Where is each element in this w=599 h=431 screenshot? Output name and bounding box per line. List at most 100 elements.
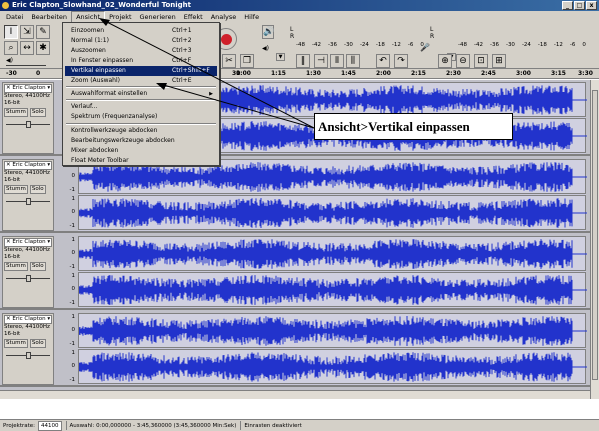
minimize-button[interactable]: _ <box>562 1 573 10</box>
menu-item-label: Normal (1:1) <box>71 37 109 44</box>
waveform-area[interactable] <box>78 159 587 231</box>
right-channel[interactable] <box>78 272 587 307</box>
meter-tick: -36 <box>489 42 499 48</box>
waveform-area[interactable] <box>78 313 587 385</box>
vertical-scrollbar[interactable] <box>590 80 599 399</box>
ruler-tick: 0 <box>36 70 41 77</box>
menu-item-label: Float Meter Toolbar <box>71 157 129 164</box>
right-channel[interactable] <box>78 349 587 384</box>
menu-item-verlauf[interactable]: Verlauf... <box>65 102 217 112</box>
scale-label: 0 <box>71 286 76 292</box>
menu-item-in-fenster-einpassen[interactable]: In Fenster einpassen Ctrl+F <box>65 56 217 66</box>
menu-item-kontrollwerkzeuge-abdocken[interactable]: Kontrollwerkzeuge abdocken <box>65 126 217 136</box>
undo-icon[interactable]: ↶ <box>376 54 390 68</box>
duplicate-icon[interactable]: ⫼ <box>346 54 360 68</box>
mute-button[interactable]: Stumm <box>4 339 28 348</box>
cut-icon[interactable]: ✂ <box>222 54 236 68</box>
mute-button[interactable]: Stumm <box>4 262 28 271</box>
ruler-tick: 1:15 <box>271 70 286 77</box>
horizontal-scrollbar[interactable] <box>0 390 590 399</box>
draw-tool-icon[interactable]: ✎ <box>36 25 50 39</box>
meter-tick: -42 <box>311 42 321 48</box>
track-name-button[interactable]: ✕ Eric Clapton ▾ <box>4 315 52 324</box>
microphone-icon: 🎤 <box>420 43 430 52</box>
menu-item-normal-1-1[interactable]: Normal (1:1) Ctrl+2 <box>65 36 217 46</box>
menu-item-auswahlformat-einstellen[interactable]: Auswahlformat einstellen ▶ <box>65 89 217 99</box>
ruler-tick: 3:30 <box>578 70 593 77</box>
silence-icon[interactable]: ‖ <box>296 54 310 68</box>
slider-knob[interactable] <box>26 121 31 128</box>
submenu-arrow-icon: ▶ <box>209 91 213 97</box>
meter2-left-label: L <box>430 26 434 33</box>
menu-item-label: Bearbeitungswerkzeuge abdocken <box>71 137 175 144</box>
gain-slider[interactable] <box>4 350 52 360</box>
track-rate: Stereo, 44100Hz <box>4 170 50 176</box>
audio-track[interactable]: ✕ Eric Clapton ▾ Stereo, 44100Hz 16-bit Stu… <box>0 311 590 387</box>
track-name-button[interactable]: ✕ Eric Clapton ▾ <box>4 84 52 93</box>
slider-knob[interactable] <box>26 198 31 205</box>
title-bar: Eric Clapton_Slowhand_02_Wonderful Tonig… <box>0 0 599 11</box>
gain-slider[interactable] <box>4 196 52 206</box>
meter-tick: -36 <box>327 42 337 48</box>
track-name-button[interactable]: ✕ Eric Clapton ▾ <box>4 161 52 170</box>
maximize-button[interactable]: □ <box>574 1 585 10</box>
multi-tool-icon[interactable]: ✱ <box>36 41 50 55</box>
right-channel[interactable] <box>78 195 587 230</box>
track-name: Eric Clapton <box>12 316 46 322</box>
zoom-in-icon[interactable]: ⊕ <box>438 54 452 68</box>
menu-item-spektrum-frequenzanalyse[interactable]: Spektrum (Frequenzanalyse) <box>65 112 217 122</box>
trim-icon[interactable]: ⊣ <box>314 54 328 68</box>
redo-icon[interactable]: ↷ <box>394 54 408 68</box>
meter-tick: -30 <box>343 42 353 48</box>
fit-selection-icon[interactable]: ⊡ <box>474 54 488 68</box>
timeshift-tool-icon[interactable]: ↔ <box>20 41 34 55</box>
solo-button[interactable]: Solo <box>29 185 46 194</box>
meter-dropdown[interactable]: ▼ <box>276 53 285 61</box>
mute-button[interactable]: Stumm <box>4 185 28 194</box>
fit-project-icon[interactable]: ⊞ <box>492 54 506 68</box>
waveform-area[interactable] <box>78 236 587 308</box>
waveform <box>79 352 587 382</box>
track-name-button[interactable]: ✕ Eric Clapton ▾ <box>4 238 52 247</box>
solo-button[interactable]: Solo <box>29 108 46 117</box>
menu-item-shortcut: Ctrl+2 <box>172 37 192 44</box>
gain-icon: ◀) <box>6 57 13 64</box>
copy-icon[interactable]: ❐ <box>240 54 254 68</box>
gain-slider[interactable] <box>4 273 52 283</box>
menu-item-mixer-abdocken[interactable]: Mixer abdocken <box>65 146 217 156</box>
left-channel[interactable] <box>78 236 587 271</box>
menu-item-einzoomen[interactable]: Einzoomen Ctrl+1 <box>65 26 217 36</box>
envelope-tool-icon[interactable]: ⇲ <box>20 25 34 39</box>
menu-item-auszoomen[interactable]: Auszoomen Ctrl+3 <box>65 46 217 56</box>
mute-button[interactable]: Stumm <box>4 108 28 117</box>
selection-tool-icon[interactable]: I <box>4 25 18 39</box>
slider-knob[interactable] <box>26 352 31 359</box>
output-meter-scale: -48 -42 -36 -30 -24 -18 -12 -6 0 <box>296 42 431 50</box>
zoom-out-icon[interactable]: ⊖ <box>456 54 470 68</box>
menu-datei[interactable]: Datei <box>2 11 27 23</box>
split-icon[interactable]: ⫴ <box>330 54 344 68</box>
solo-button[interactable]: Solo <box>29 262 46 271</box>
audio-track[interactable]: ✕ Eric Clapton ▾ Stereo, 44100Hz 16-bit Stu… <box>0 234 590 310</box>
menu-item-bearbeitungswerkzeuge-abdocken[interactable]: Bearbeitungswerkzeuge abdocken <box>65 136 217 146</box>
ruler-tick: 3:15 <box>551 70 566 77</box>
track-rate: Stereo, 44100Hz <box>4 93 50 99</box>
menu-item-zoom-auswahl[interactable]: Zoom (Auswahl) Ctrl+E <box>65 76 217 86</box>
gain-slider[interactable] <box>4 119 52 129</box>
close-button[interactable]: x <box>586 1 597 10</box>
audio-track[interactable]: ✕ Eric Clapton ▾ Stereo, 44100Hz 16-bit Stu… <box>0 157 590 233</box>
zoom-tool-icon[interactable]: ⌕ <box>4 41 18 55</box>
solo-button[interactable]: Solo <box>29 339 46 348</box>
left-channel[interactable] <box>78 313 587 348</box>
scale-label: -1 <box>69 223 75 229</box>
vertical-scroll-thumb[interactable] <box>592 90 598 380</box>
ruler-tick: -30 <box>6 70 17 77</box>
slider-knob[interactable] <box>26 275 31 282</box>
scale-label: 0 <box>71 250 76 256</box>
annotation-callout: Ansicht>Vertikal einpassen <box>314 113 513 140</box>
menu-item-float-meter-toolbar[interactable]: Float Meter Toolbar <box>65 156 217 166</box>
menu-hilfe[interactable]: Hilfe <box>240 11 263 23</box>
menu-item-vertikal-einpassen[interactable]: Vertikal einpassen Ctrl+Shift+F <box>65 66 217 76</box>
gain-slider[interactable] <box>6 65 46 66</box>
project-rate-field[interactable]: 44100 <box>38 420 62 431</box>
